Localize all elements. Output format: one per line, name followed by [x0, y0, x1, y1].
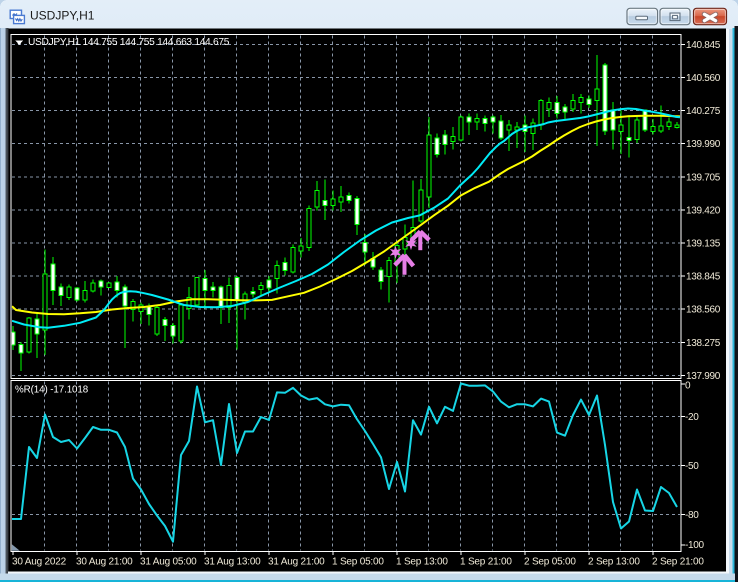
svg-text:31 Aug 13:00: 31 Aug 13:00	[204, 557, 261, 568]
svg-text:%R(14) -17.1018: %R(14) -17.1018	[15, 384, 89, 395]
svg-text:USDJPY,H1: USDJPY,H1	[30, 9, 95, 23]
svg-text:139.420: 139.420	[686, 205, 721, 216]
svg-text:0: 0	[685, 381, 691, 392]
svg-text:30 Aug 21:00: 30 Aug 21:00	[76, 557, 133, 568]
svg-text:30 Aug 2022: 30 Aug 2022	[12, 557, 67, 568]
svg-text:1 Sep 21:00: 1 Sep 21:00	[460, 557, 512, 568]
svg-text:1 Sep 05:00: 1 Sep 05:00	[332, 557, 384, 568]
svg-text:138.275: 138.275	[686, 338, 721, 349]
svg-text:140.845: 140.845	[686, 40, 721, 51]
svg-text:140.275: 140.275	[686, 106, 721, 117]
svg-text:138.845: 138.845	[686, 272, 721, 283]
svg-text:31 Aug 05:00: 31 Aug 05:00	[140, 557, 197, 568]
svg-text:2 Sep 13:00: 2 Sep 13:00	[588, 557, 640, 568]
svg-text:2 Sep 21:00: 2 Sep 21:00	[652, 557, 704, 568]
svg-text:USDJPY,H1 144.755 144.755 144: USDJPY,H1 144.755 144.755 144.663 144.67…	[28, 37, 230, 48]
svg-text:-20: -20	[685, 412, 699, 423]
svg-text:31 Aug 21:00: 31 Aug 21:00	[268, 557, 325, 568]
svg-text:138.560: 138.560	[686, 305, 721, 316]
svg-text:139.990: 139.990	[686, 139, 721, 150]
svg-text:-80: -80	[685, 510, 699, 521]
svg-text:139.705: 139.705	[686, 172, 721, 183]
svg-text:137.990: 137.990	[686, 371, 721, 382]
svg-text:1 Sep 13:00: 1 Sep 13:00	[396, 557, 448, 568]
svg-text:-100: -100	[685, 540, 705, 551]
svg-text:140.560: 140.560	[686, 73, 721, 84]
svg-text:-50: -50	[685, 461, 699, 472]
svg-text:139.135: 139.135	[686, 239, 721, 250]
svg-text:2 Sep 05:00: 2 Sep 05:00	[524, 557, 576, 568]
